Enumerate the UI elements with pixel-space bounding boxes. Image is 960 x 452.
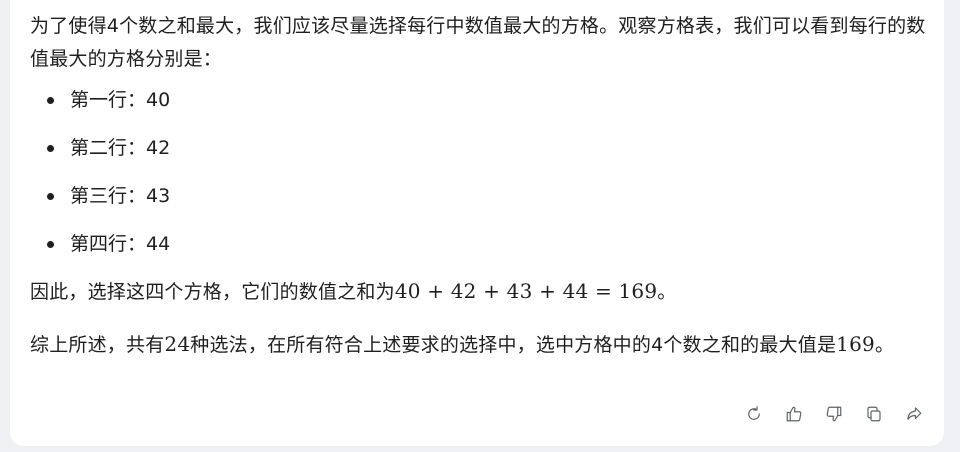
bullet-icon (47, 97, 54, 104)
regenerate-button[interactable] (744, 404, 764, 424)
like-button[interactable] (784, 404, 804, 424)
summary-text-a: 综上所述，共有 (30, 334, 165, 356)
row-value: 44 (146, 233, 171, 255)
bullet-icon (47, 241, 54, 248)
sum-paragraph: 因此，选择这四个方格，它们的数值之和为40 + 42 + 43 + 44 = 1… (30, 275, 930, 309)
copy-icon (867, 406, 881, 422)
max-values-list: 第一行：40 第二行：42 第三行：43 第四行：44 (30, 88, 930, 280)
share-icon (907, 407, 922, 420)
row-value: 43 (146, 185, 171, 207)
list-item: 第四行：44 (30, 232, 930, 280)
sum-equation: 40 + 42 + 43 + 44 = 169 (394, 279, 658, 303)
sum-prefix: 因此，选择这四个方格，它们的数值之和为 (30, 281, 395, 303)
refresh-icon (748, 406, 760, 420)
summary-text-c: 。 (874, 334, 895, 356)
row-label: 第三行： (70, 185, 147, 207)
intro-paragraph: 为了使得4个数之和最大，我们应该尽量选择每行中数值最大的方格。观察方格表，我们可… (30, 15, 926, 70)
row-value: 42 (146, 137, 171, 159)
sum-suffix: 。 (657, 281, 677, 303)
summary-paragraph: 综上所述，共有24种选法，在所有符合上述要求的选择中，选中方格中的4个数之和的最… (30, 328, 930, 362)
dislike-button[interactable] (824, 404, 844, 424)
message-content: 为了使得4个数之和最大，我们应该尽量选择每行中数值最大的方格。观察方格表，我们可… (30, 10, 930, 362)
thumbs-down-icon (826, 406, 842, 422)
list-item: 第三行：43 (30, 184, 930, 232)
thumbs-up-icon (786, 406, 802, 422)
summary-count: 24 (164, 332, 191, 356)
share-button[interactable] (904, 404, 924, 424)
summary-max: 169 (836, 332, 875, 356)
copy-button[interactable] (864, 404, 884, 424)
bullet-icon (47, 145, 54, 152)
list-item: 第二行：42 (30, 136, 930, 184)
assistant-message-card: 为了使得4个数之和最大，我们应该尽量选择每行中数值最大的方格。观察方格表，我们可… (10, 0, 944, 446)
row-label: 第二行： (70, 137, 147, 159)
row-value: 40 (146, 89, 171, 111)
bullet-icon (47, 193, 54, 200)
summary-text-b: 种选法，在所有符合上述要求的选择中，选中方格中的4个数之和的最大值是 (190, 334, 837, 356)
row-label: 第一行： (70, 89, 147, 111)
row-label: 第四行： (70, 233, 147, 255)
message-actions (744, 404, 924, 424)
list-item: 第一行：40 (30, 88, 930, 136)
